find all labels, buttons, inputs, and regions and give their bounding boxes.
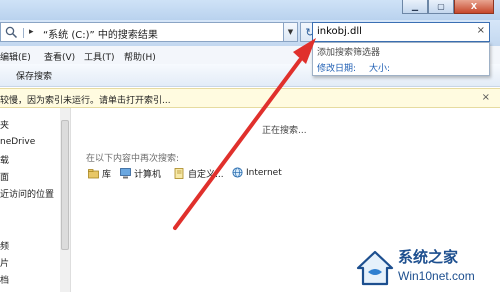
location-label: 自定义... [188, 170, 224, 180]
search-again-label: 在以下内容中再次搜索: [86, 154, 180, 164]
menu-view[interactable]: 查看(V) [44, 50, 75, 63]
nav-item-downloads[interactable]: 载 [0, 153, 9, 166]
breadcrumb-arrow-icon[interactable]: ▸ [29, 27, 34, 37]
search-query[interactable]: inkobj.dll [317, 26, 362, 37]
info-bar-text: 较慢，因为索引未运行。请单击打开索引... [0, 96, 171, 106]
filter-size-link[interactable]: 大小: [369, 61, 390, 74]
search-again-internet[interactable]: Internet [232, 167, 282, 178]
watermark-brand: 系统之家 [398, 248, 459, 266]
address-dropdown-button[interactable]: ▼ [284, 22, 298, 42]
nav-item-favorites[interactable]: 夹 [0, 118, 9, 131]
nav-scrollbar[interactable] [60, 108, 71, 292]
watermark: 系统之家 Win10net.com [352, 244, 500, 292]
location-label: 计算机 [134, 170, 162, 180]
custom-folder-icon [174, 168, 184, 179]
computer-icon [120, 168, 131, 179]
searching-status: 正在搜索... [262, 126, 307, 136]
maximize-button[interactable]: ▢ [428, 0, 454, 14]
search-icon [5, 26, 18, 39]
library-icon [88, 169, 99, 179]
nav-item-documents[interactable]: 档 [0, 273, 9, 286]
minimize-button[interactable]: ▁ [402, 0, 428, 14]
search-again-computer[interactable]: 计算机 [120, 167, 161, 180]
filter-date-modified-link[interactable]: 修改日期: [317, 61, 356, 74]
save-search-button[interactable]: 保存搜索 [16, 69, 52, 82]
menu-tools[interactable]: 工具(T) [84, 50, 115, 63]
address-bar[interactable]: ▸ “系统 (C:)” 中的搜索结果 [0, 22, 284, 42]
address-path[interactable]: “系统 (C:)” 中的搜索结果 [43, 26, 158, 41]
close-icon[interactable]: × [482, 92, 490, 103]
menu-edit[interactable]: 编辑(E) [0, 50, 31, 63]
search-again-custom[interactable]: 自定义... [174, 167, 224, 180]
location-label: Internet [246, 167, 282, 178]
close-window-button[interactable]: X [454, 0, 494, 14]
search-input[interactable]: inkobj.dll × [312, 22, 490, 42]
nav-item-pictures[interactable]: 片 [0, 256, 9, 269]
watermark-url: Win10net.com [398, 269, 475, 283]
search-filter-dropdown: 添加搜索筛选器 修改日期: 大小: [312, 42, 490, 76]
nav-scroll-thumb[interactable] [61, 120, 69, 250]
navigation-pane: 夹 neDrive 载 面 近访问的位置 频 片 档 [0, 108, 61, 292]
menu-help[interactable]: 帮助(H) [124, 50, 156, 63]
nav-item-videos[interactable]: 频 [0, 239, 9, 252]
index-info-bar[interactable]: 较慢，因为索引未运行。请单击打开索引... × [0, 88, 500, 108]
address-separator [23, 28, 24, 38]
internet-icon [232, 167, 243, 178]
search-again-library[interactable]: 库 [88, 167, 111, 180]
nav-item-onedrive[interactable]: neDrive [0, 137, 35, 147]
location-label: 库 [102, 170, 112, 180]
clear-search-icon[interactable]: × [477, 25, 485, 36]
nav-item-recent-places[interactable]: 近访问的位置 [0, 187, 54, 200]
nav-item-desktop[interactable]: 面 [0, 170, 9, 183]
house-logo-icon [356, 250, 394, 286]
add-search-filter-label: 添加搜索筛选器 [317, 48, 381, 58]
window-controls: ▁ ▢ X [402, 0, 494, 14]
